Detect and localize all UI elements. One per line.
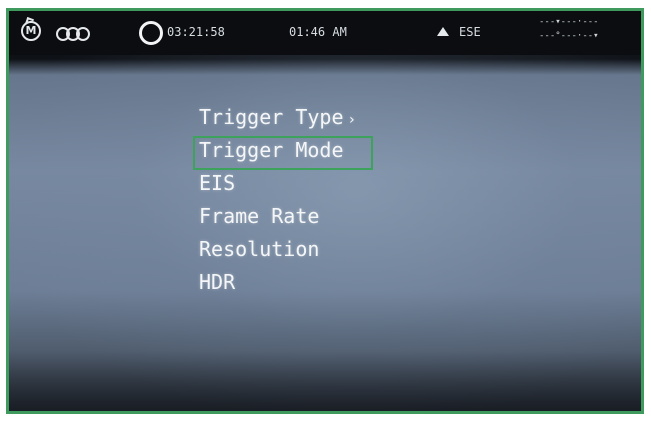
compass-scale-line: ---°---·--▾	[539, 31, 599, 41]
clock-time: 01:46 AM	[289, 25, 347, 39]
menu-item-label: Trigger Type	[199, 105, 344, 129]
menu-item-hdr[interactable]: HDR	[193, 266, 356, 299]
heading-arrow-icon	[437, 27, 449, 36]
menu-item-frame-rate[interactable]: Frame Rate	[193, 200, 356, 233]
menu-item-trigger-type[interactable]: Trigger Type ›	[193, 101, 356, 134]
record-ring-icon	[139, 21, 163, 45]
menu-item-resolution[interactable]: Resolution	[193, 233, 356, 266]
compass-scale: ---▾---·--- ---°---·--▾	[539, 15, 637, 51]
record-timer: 03:21:58	[167, 25, 225, 39]
menu-item-label: Frame Rate	[199, 204, 320, 228]
screen-frame: M 03:21:58 01:46 AM ESE ---▾---·--- ---°…	[6, 8, 644, 414]
heading-label: ESE	[459, 25, 481, 39]
menu-item-eis[interactable]: EIS	[193, 167, 356, 200]
chevron-right-icon: ›	[347, 112, 356, 128]
menu-item-label: EIS	[199, 171, 236, 195]
menu-item-label: HDR	[199, 270, 236, 294]
menu-item-trigger-mode[interactable]: Trigger Mode	[193, 134, 373, 170]
menu-item-label: Resolution	[199, 237, 320, 261]
settings-menu: Trigger Type › Trigger Mode EIS Frame Rat…	[193, 101, 373, 299]
compass-scale-line: ---▾---·---	[539, 17, 599, 27]
status-bar: M 03:21:58 01:46 AM ESE ---▾---·--- ---°…	[9, 11, 641, 55]
mode-icon: M	[21, 21, 41, 41]
triple-circle-icon	[56, 27, 92, 41]
selection-highlight	[193, 136, 373, 170]
